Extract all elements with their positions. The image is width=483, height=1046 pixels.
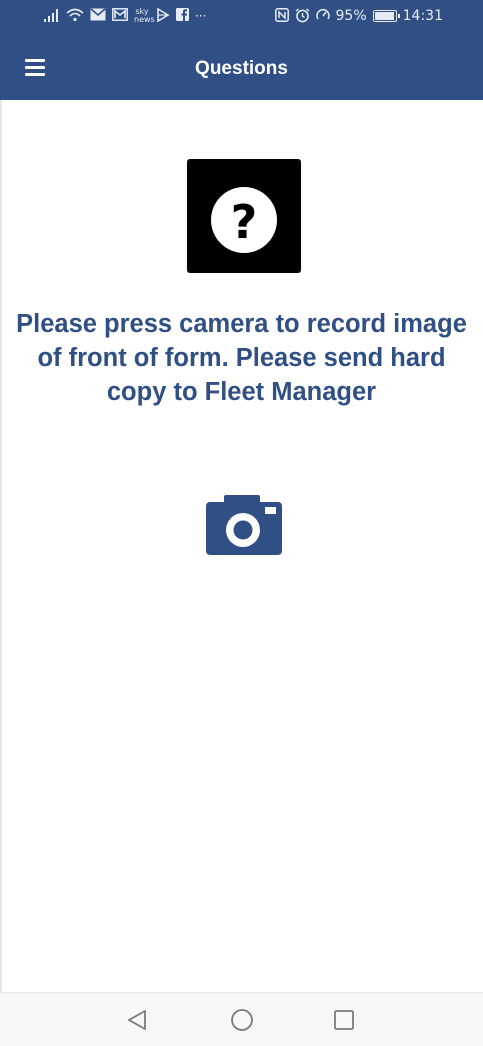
camera-icon [206, 495, 282, 555]
back-triangle-icon[interactable] [125, 1007, 151, 1033]
home-circle-icon[interactable] [229, 1007, 255, 1033]
sky-news-icon: sky news [134, 7, 155, 24]
alarm-icon [295, 8, 310, 24]
battery-percent: 95% [335, 8, 367, 24]
status-bar: sky news ··· 95% 14:31 [0, 0, 483, 36]
svg-text:?: ? [231, 195, 258, 249]
mail-icon [90, 8, 106, 24]
play-icon [156, 8, 170, 24]
status-bar-notifications: sky news ··· [44, 8, 206, 24]
question-mark-icon: ? [187, 159, 301, 273]
signal-icon [44, 8, 60, 24]
battery-icon [372, 10, 400, 22]
page-title: Questions [195, 58, 288, 79]
camera-button[interactable] [206, 494, 282, 556]
recent-apps-square-icon[interactable] [331, 1007, 357, 1033]
nfc-icon [274, 8, 289, 24]
speed-icon [315, 8, 330, 24]
app-bar: sky news ··· 95% 14:31 Questions [0, 0, 483, 100]
gmail-icon [112, 8, 128, 24]
more-notifications-icon: ··· [195, 9, 207, 23]
system-navigation-bar [0, 992, 483, 1046]
facebook-icon [176, 8, 189, 24]
status-bar-system: 95% 14:31 [274, 8, 443, 24]
instruction-text: Please press camera to record image of f… [16, 310, 467, 406]
status-time: 14:31 [402, 8, 443, 24]
wifi-icon [66, 8, 84, 24]
